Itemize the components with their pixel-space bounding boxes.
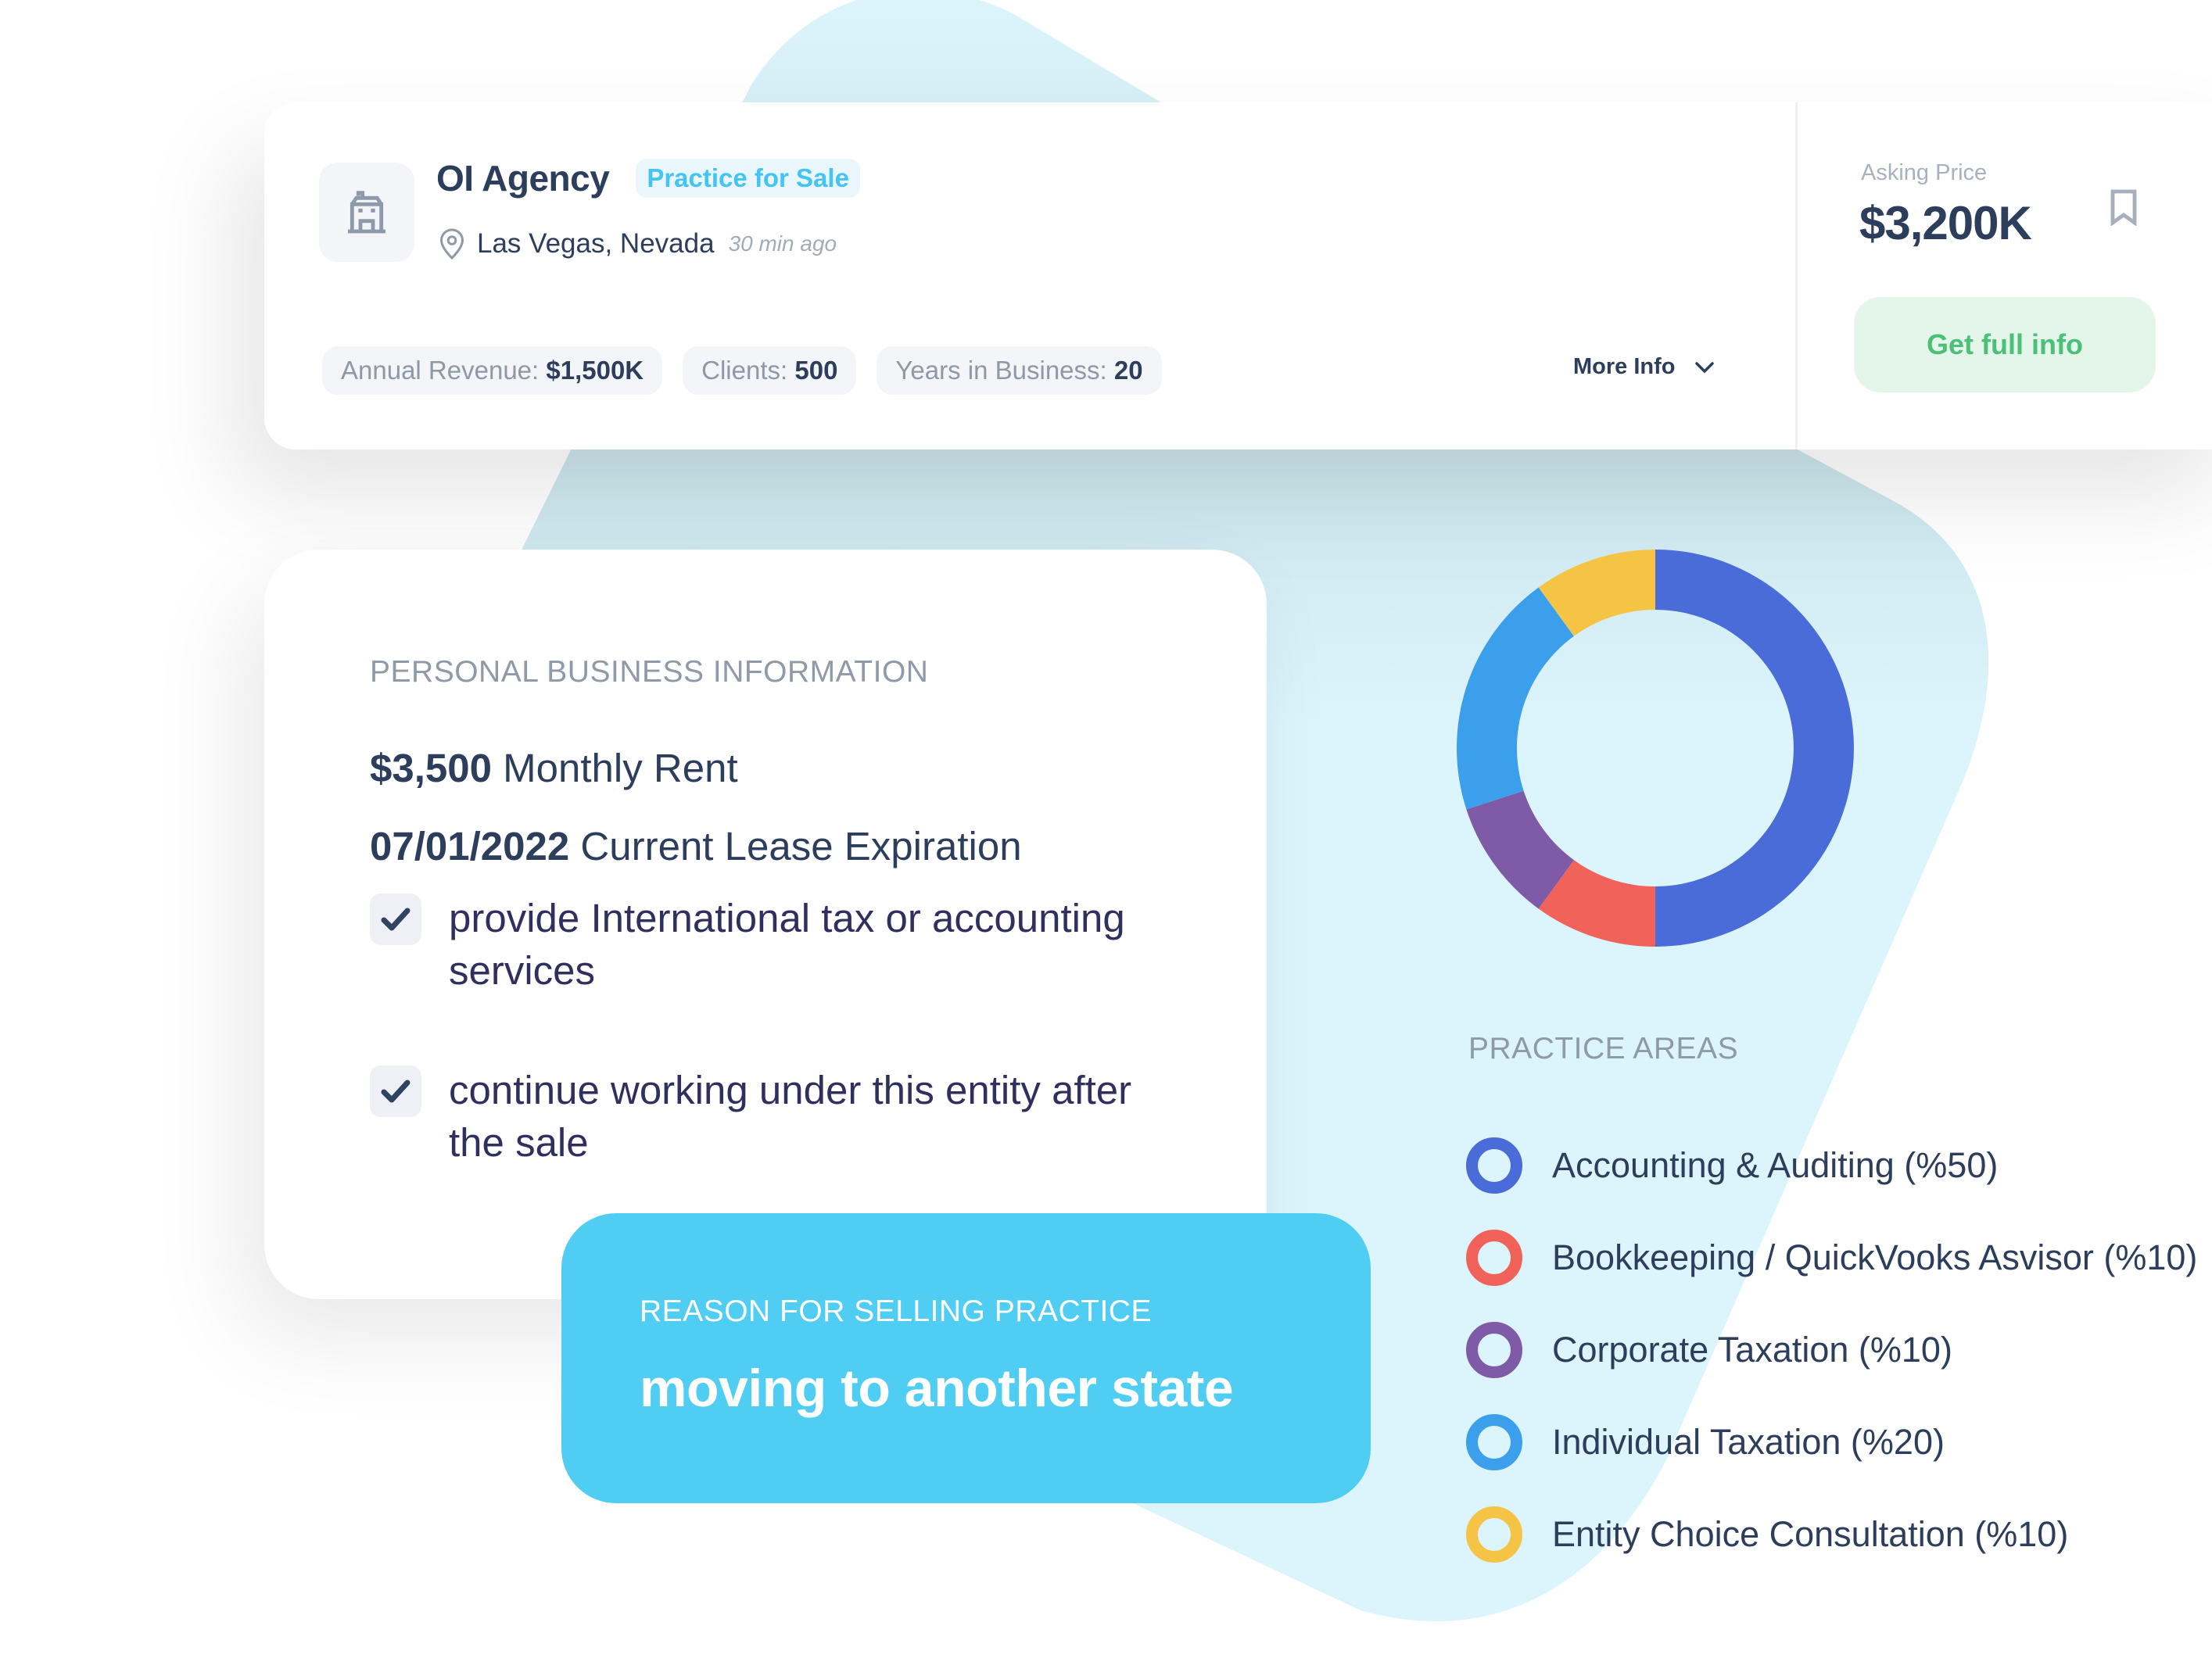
- legend-swatch-icon: [1466, 1506, 1522, 1563]
- stat-label: Annual Revenue:: [341, 356, 540, 385]
- stats-row: Annual Revenue: $1,500K Clients: 500 Yea…: [322, 346, 1162, 395]
- checkbox[interactable]: [370, 1065, 421, 1117]
- stat-label: Years in Business:: [895, 356, 1107, 385]
- checklist-text: continue working under this entity after…: [449, 1068, 1132, 1165]
- legend-swatch-icon: [1466, 1137, 1522, 1194]
- location-text: Las Vegas, Nevada: [477, 228, 715, 259]
- listing-card[interactable]: OI Agency Practice for Sale Las Vegas, N…: [264, 102, 2212, 449]
- get-full-info-button[interactable]: Get full info: [1854, 297, 2156, 392]
- location-pin-icon: [439, 228, 464, 260]
- stat-years-in-business: Years in Business: 20: [877, 346, 1162, 395]
- building-icon-box: [319, 163, 414, 262]
- legend-label: Corporate Taxation (%10): [1552, 1330, 1952, 1370]
- more-info-label: More Info: [1573, 354, 1676, 379]
- legend-item: Bookkeeping / QuickVooks Asvisor (%10): [1466, 1212, 2197, 1304]
- bookmark-button[interactable]: [2108, 188, 2139, 230]
- asking-price-value: $3,200K: [1859, 197, 2032, 249]
- section-heading: PERSONAL BUSINESS INFORMATION: [370, 655, 929, 689]
- stat-value: 500: [794, 356, 838, 385]
- stat-annual-revenue: Annual Revenue: $1,500K: [322, 346, 663, 395]
- checklist-item: continue working under this entity after…: [370, 1064, 1153, 1169]
- reason-text: moving to another state: [640, 1359, 1234, 1418]
- donut-slice-accounting-auditing: [1655, 550, 1854, 947]
- agency-name[interactable]: OI Agency: [436, 157, 610, 199]
- legend-item: Entity Choice Consultation (%10): [1466, 1488, 2197, 1581]
- checklist-text: provide International tax or accounting …: [449, 896, 1125, 993]
- building-icon: [348, 190, 385, 233]
- lease-label: Current Lease Expiration: [580, 824, 1022, 868]
- donut-slice-individual-taxation: [1457, 587, 1574, 810]
- stat-value: 20: [1113, 356, 1143, 385]
- practice-areas-heading: PRACTICE AREAS: [1468, 1032, 1739, 1065]
- checkmark-icon: [381, 908, 410, 931]
- legend-item: Individual Taxation (%20): [1466, 1396, 2197, 1488]
- lease-value: 07/01/2022: [370, 824, 570, 868]
- bookmark-icon: [2110, 189, 2137, 227]
- more-info-toggle[interactable]: More Info: [1573, 354, 1715, 380]
- checklist-item: provide International tax or accounting …: [370, 892, 1153, 997]
- practice-areas-donut-chart: [1457, 550, 1854, 947]
- reason-card: REASON FOR SELLING PRACTICE moving to an…: [561, 1213, 1371, 1503]
- lease-expiration: 07/01/2022 Current Lease Expiration: [370, 823, 1022, 869]
- chevron-down-icon: [1694, 361, 1714, 373]
- rent-label: Monthly Rent: [503, 746, 738, 790]
- stat-value: $1,500K: [546, 356, 644, 385]
- vertical-divider: [1795, 102, 1798, 449]
- legend-label: Accounting & Auditing (%50): [1552, 1145, 1999, 1185]
- legend-swatch-icon: [1466, 1230, 1522, 1286]
- stat-clients: Clients: 500: [683, 346, 857, 395]
- legend-item: Corporate Taxation (%10): [1466, 1304, 2197, 1396]
- asking-price-label: Asking Price: [1861, 160, 1988, 185]
- legend-label: Bookkeeping / QuickVooks Asvisor (%10): [1552, 1237, 2198, 1277]
- personal-info-card: PERSONAL BUSINESS INFORMATION $3,500 Mon…: [264, 550, 1267, 1299]
- chart-legend: Accounting & Auditing (%50) Bookkeeping /…: [1466, 1119, 2197, 1581]
- stat-label: Clients:: [701, 356, 788, 385]
- legend-label: Individual Taxation (%20): [1552, 1422, 1945, 1462]
- monthly-rent: $3,500 Monthly Rent: [370, 745, 738, 791]
- legend-item: Accounting & Auditing (%50): [1466, 1119, 2197, 1212]
- legend-swatch-icon: [1466, 1322, 1522, 1378]
- posted-time: 30 min ago: [728, 231, 837, 256]
- checkmark-icon: [381, 1080, 410, 1103]
- rent-value: $3,500: [370, 746, 492, 790]
- checkbox[interactable]: [370, 893, 421, 945]
- legend-swatch-icon: [1466, 1414, 1522, 1470]
- reason-heading: REASON FOR SELLING PRACTICE: [640, 1295, 1152, 1328]
- status-badge: Practice for Sale: [636, 159, 860, 198]
- legend-label: Entity Choice Consultation (%10): [1552, 1514, 2069, 1554]
